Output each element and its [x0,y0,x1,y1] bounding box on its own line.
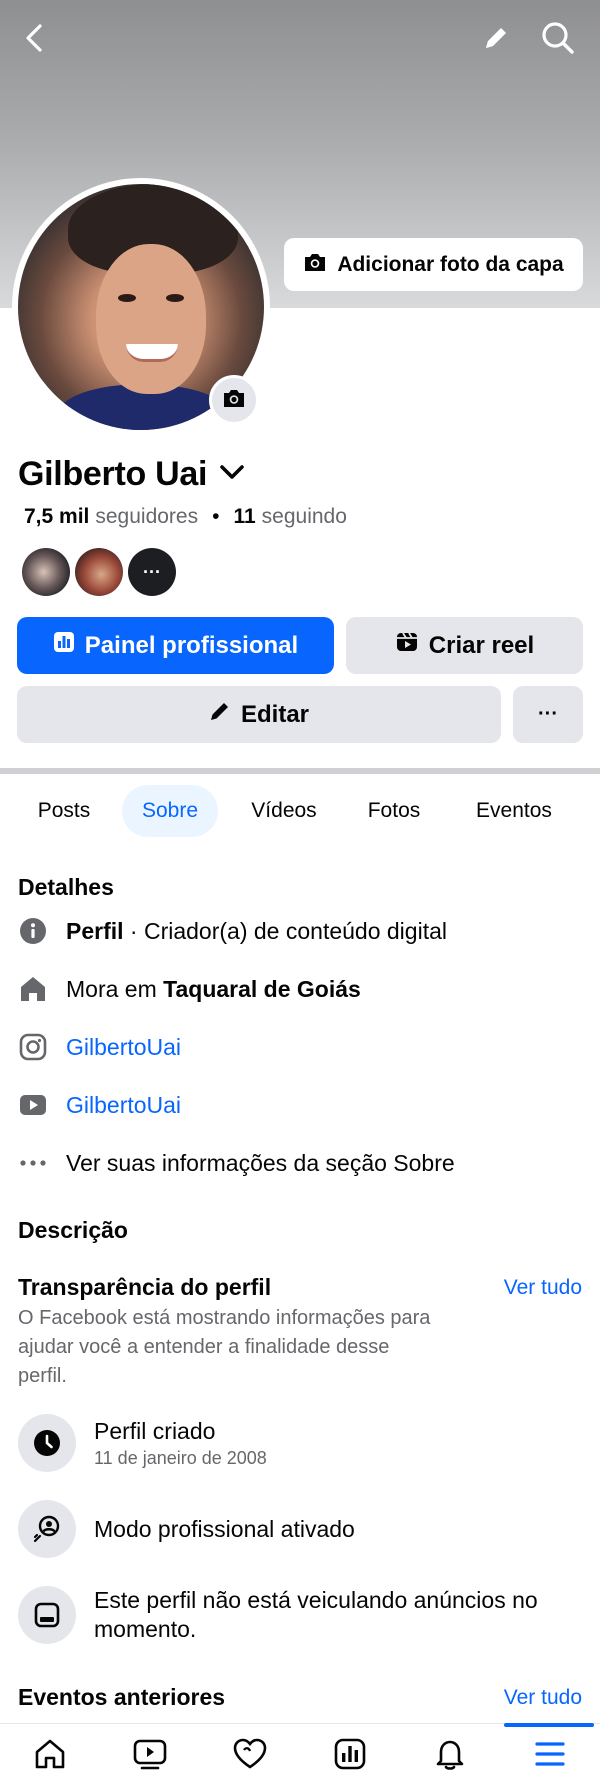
profile-name: Gilberto Uai [18,455,208,493]
transparency-description: O Facebook está mostrando informações pa… [18,1307,431,1387]
dashboard-icon [53,631,75,660]
no-ads-item: Este perfil não está veiculando anúncios… [18,1586,588,1644]
profile-stats: 7,5 mil seguidores • 11 seguindo [24,505,347,529]
friend-avatar[interactable] [75,548,123,596]
add-cover-photo-label: Adicionar foto da capa [337,252,564,276]
active-tab-indicator [504,1723,594,1727]
more-friends-avatar[interactable]: ··· [128,548,176,596]
detail-profile-category: Perfil · Criador(a) de conteúdo digital [18,916,447,946]
follower-avatars[interactable]: ··· [22,548,176,596]
description-title: Descrição [18,1217,128,1243]
professional-mode-label: Modo profissional ativado [94,1515,355,1542]
followers-label[interactable]: seguidores [95,505,198,529]
followers-count[interactable]: 7,5 mil [24,505,89,529]
home-icon[interactable] [20,1728,80,1780]
profile-created-item: Perfil criado 11 de janeiro de 2008 [18,1414,267,1472]
bottom-navigation [0,1723,600,1785]
professional-dashboard-label: Painel profissional [84,631,299,659]
home-icon [18,974,48,1004]
profile-tabs: Posts Sobre Vídeos Fotos Eventos [0,785,600,841]
profile-created-date: 11 de janeiro de 2008 [94,1448,267,1468]
info-icon [18,916,48,946]
more-options-button[interactable]: ··· [513,686,583,743]
camera-icon [303,251,327,279]
profile-page: Adicionar foto da capa Gilberto Uai 7,5 … [0,0,600,1785]
lives-in-prefix: Mora em [66,975,164,1002]
tab-photos[interactable]: Fotos [348,785,440,837]
reel-icon [395,630,419,661]
see-about-label: Ver suas informações da seção Sobre [66,1149,455,1176]
create-reel-button[interactable]: Criar reel [346,617,583,674]
add-cover-photo-button[interactable]: Adicionar foto da capa [284,238,583,291]
tab-posts[interactable]: Posts [18,785,110,837]
profile-category: · Criador(a) de conteúdo digital [123,917,447,944]
following-label[interactable]: seguindo [262,505,347,529]
professional-mode-item: Modo profissional ativado [18,1500,355,1558]
transparency-see-all-link[interactable]: Ver tudo [504,1276,582,1300]
back-icon[interactable] [12,16,56,60]
section-divider [0,768,600,774]
pencil-icon [209,700,231,729]
more-dots-icon [18,1148,48,1178]
profile-label: Perfil [66,917,124,944]
profile-name-row[interactable]: Gilberto Uai [18,455,245,494]
detail-youtube[interactable]: GilbertoUai [18,1090,181,1120]
clock-icon [18,1414,76,1472]
youtube-icon [18,1090,48,1120]
instagram-icon [18,1032,48,1062]
change-profile-photo-button[interactable] [209,375,259,425]
past-events-title: Eventos anteriores [18,1684,226,1710]
tab-about[interactable]: Sobre [122,785,218,837]
notifications-icon[interactable] [420,1728,480,1780]
detail-lives-in: Mora em Taquaral de Goiás [18,974,361,1004]
see-about-info[interactable]: Ver suas informações da seção Sobre [18,1148,455,1178]
edit-profile-button[interactable]: Editar [17,686,501,743]
transparency-title: Transparência do perfil [18,1274,272,1300]
menu-icon[interactable] [520,1728,580,1780]
instagram-link[interactable]: GilbertoUai [66,1034,181,1061]
chevron-down-icon[interactable] [219,463,245,486]
profile-created-title: Perfil criado [94,1418,216,1444]
past-events-see-all-link[interactable]: Ver tudo [504,1686,582,1710]
lives-in-place[interactable]: Taquaral de Goiás [163,976,361,1002]
search-icon[interactable] [536,16,580,60]
ads-icon [18,1586,76,1644]
detail-instagram[interactable]: GilbertoUai [18,1032,181,1062]
video-icon[interactable] [120,1728,180,1780]
friend-avatar[interactable] [22,548,70,596]
professional-dashboard-button[interactable]: Painel profissional [17,617,334,674]
tab-videos[interactable]: Vídeos [232,785,336,837]
create-reel-label: Criar reel [428,631,535,659]
camera-icon [222,387,246,414]
professional-mode-icon [18,1500,76,1558]
edit-pencil-icon[interactable] [474,16,518,60]
youtube-link[interactable]: GilbertoUai [66,1092,181,1119]
no-ads-label: Este perfil não está veiculando anúncios… [94,1587,538,1642]
dashboard-icon[interactable] [320,1728,380,1780]
tab-events[interactable]: Eventos [456,785,572,837]
more-dots-icon: ··· [538,703,558,725]
dating-icon[interactable] [220,1728,280,1780]
stats-separator: • [212,505,220,528]
edit-profile-label: Editar [240,700,309,728]
following-count[interactable]: 11 [233,505,255,529]
details-title: Detalhes [18,874,114,900]
